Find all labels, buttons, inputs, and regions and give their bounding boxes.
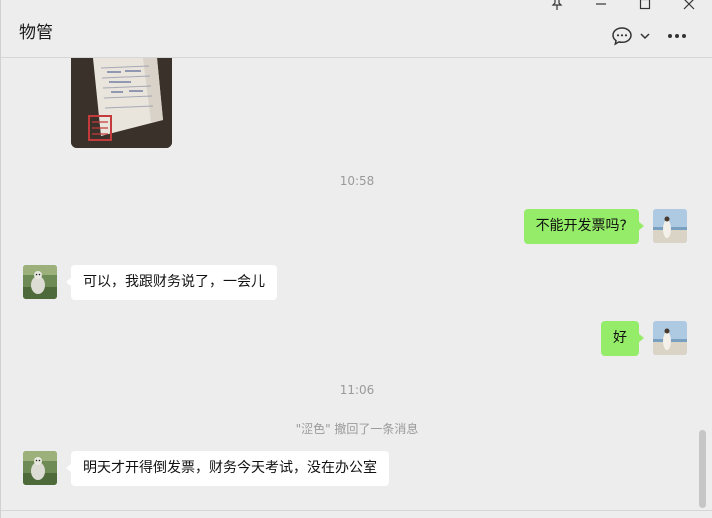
outgoing-message[interactable]: 不能开发票吗?: [523, 209, 645, 244]
chat-title: 物管: [19, 23, 53, 43]
chat-header: 物管: [1, 0, 712, 58]
contact-avatar[interactable]: [23, 451, 57, 485]
incoming-message[interactable]: 可以，我跟财务说了，一会儿: [66, 265, 277, 300]
incoming-message[interactable]: 明天才开得倒发票，财务今天考试，没在办公室: [66, 451, 389, 486]
message-list[interactable]: 10:58 不能开发票吗? 可以，我跟财务说了，一会儿 好 11:06 "涩色"…: [1, 58, 712, 510]
chat-bubble-icon[interactable]: [610, 24, 634, 48]
maximize-icon[interactable]: [635, 0, 655, 14]
input-divider: [1, 510, 712, 511]
chevron-down-icon[interactable]: [638, 24, 652, 48]
close-icon[interactable]: [679, 0, 699, 14]
chat-window: 物管 10:58 不能开发票吗? 可以，我跟财务说了，一会儿 好 11:06 "…: [0, 0, 712, 518]
pin-icon[interactable]: [547, 0, 567, 14]
minimize-icon[interactable]: [591, 0, 611, 14]
outgoing-message[interactable]: 好: [601, 321, 644, 356]
timestamp: 10:58: [339, 174, 375, 188]
my-avatar[interactable]: [653, 209, 687, 243]
image-message[interactable]: [71, 58, 172, 148]
scrollbar[interactable]: [699, 430, 706, 508]
timestamp: 11:06: [339, 383, 375, 397]
recall-notice: "涩色" 撤回了一条消息: [295, 422, 419, 436]
contact-avatar[interactable]: [23, 265, 57, 299]
more-options-icon[interactable]: [665, 24, 689, 48]
my-avatar[interactable]: [653, 321, 687, 355]
